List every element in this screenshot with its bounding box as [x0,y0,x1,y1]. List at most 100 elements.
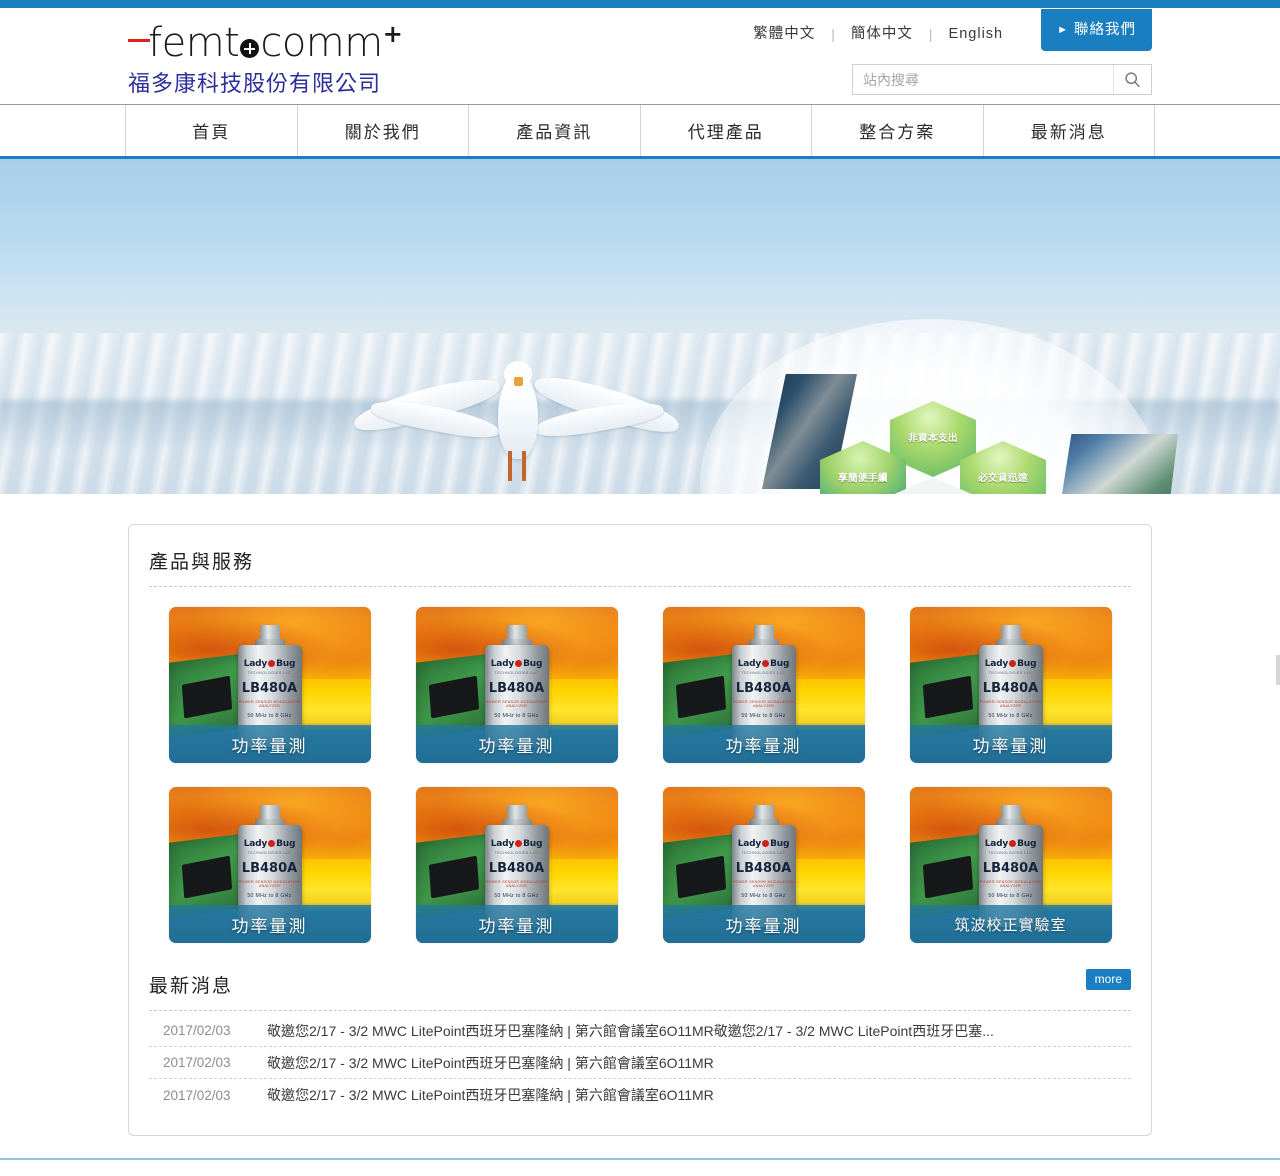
sensor-frequency: 50 MHz to 8 GHz [494,712,539,719]
sensor-frequency: 50 MHz to 8 GHz [494,892,539,899]
product-card-label: 功率量測 [168,905,371,943]
news-row[interactable]: 2017/02/03 敬邀您2/17 - 3/2 MWC LitePoint西班… [149,1047,1131,1079]
product-card[interactable]: Lady Bug TECHNOLOGIES LLC LB480A POWER SE… [415,787,618,943]
page-scrollbar[interactable] [1276,655,1280,685]
sensor-brand-1: Lady [984,838,1009,849]
news-title[interactable]: 敬邀您2/17 - 3/2 MWC LitePoint西班牙巴塞隆納 | 第六館… [267,1053,1131,1073]
product-card-label: 功率量測 [415,725,618,763]
top-accent-bar [0,0,1280,8]
sensor-red-line: POWER SENSOR MODULATION ANALYZER [485,879,548,888]
sensor-brand-sub: TECHNOLOGIES LLC [494,670,539,675]
product-card[interactable]: Lady Bug TECHNOLOGIES LLC LB480A POWER SE… [415,607,618,763]
lang-link-simplified[interactable]: 簡体中文 [835,17,929,51]
site-search [852,64,1152,95]
news-title[interactable]: 敬邀您2/17 - 3/2 MWC LitePoint西班牙巴塞隆納 | 第六館… [267,1085,1131,1105]
product-card[interactable]: Lady Bug TECHNOLOGIES LLC LB480A POWER SE… [168,607,371,763]
site-footer: © 2017 Greatest Idea Strategy Co.,Ltd Al… [0,1158,1280,1176]
ladybug-dot-icon [268,659,276,667]
logo-company-name: 福多康科技股份有限公司 [128,71,382,96]
sensor-brand: Lady Bug [732,659,796,669]
sensor-brand: Lady Bug [979,659,1043,669]
main-navigation: 首頁 關於我們 產品資訊 代理產品 整合方案 最新消息 [0,104,1280,156]
ladybug-dot-icon [515,659,523,667]
product-card[interactable]: Lady Bug TECHNOLOGIES LLC LB480A POWER SE… [662,607,865,763]
sensor-model: LB480A [241,860,298,876]
sensor-brand: Lady Bug [238,659,302,669]
sensor-brand-1: Lady [490,658,515,669]
product-card-label: 功率量測 [662,725,865,763]
sensor-brand: Lady Bug [485,659,549,669]
sensor-frequency: 50 MHz to 8 GHz [247,892,292,899]
nav-item-agency-products[interactable]: 代理產品 [641,105,812,156]
nav-item-home[interactable]: 首頁 [125,105,298,156]
sensor-brand-1: Lady [984,658,1009,669]
sensor-brand-2: Bug [523,658,543,669]
sensor-red-line: POWER SENSOR MODULATION ANALYZER [238,879,301,888]
triangle-right-icon: ► [1057,23,1069,36]
nav-label-home: 首頁 [192,123,231,142]
product-card[interactable]: Lady Bug TECHNOLOGIES LLC LB480A POWER SE… [909,607,1112,763]
language-switcher: 繁體中文 | 簡体中文 | English ► 聯絡我們 [737,8,1152,51]
news-section-title: 最新消息 [149,976,234,997]
hero-banner[interactable]: 非資本支出 享簡便手續 必交貨迅速 筑波 儀器租賃 已校驗完成 齡測試整合 可彈… [0,156,1280,494]
seagull-beak [514,377,523,386]
ladybug-dot-icon [1009,659,1017,667]
nav-item-products[interactable]: 產品資訊 [469,105,641,156]
sensor-brand-2: Bug [276,838,296,849]
product-card-label: 功率量測 [168,725,371,763]
news-date: 2017/02/03 [163,1023,231,1038]
products-divider [149,586,1131,587]
sensor-brand-2: Bug [770,658,790,669]
sensor-model: LB480A [241,680,298,696]
nav-label-solutions: 整合方案 [859,123,936,142]
sensor-brand-2: Bug [1017,838,1037,849]
nav-label-news: 最新消息 [1030,123,1107,142]
sensor-red-line: POWER SENSOR MODULATION ANALYZER [238,699,301,708]
sensor-frequency: 50 MHz to 8 GHz [741,892,786,899]
product-card[interactable]: Lady Bug TECHNOLOGIES LLC LB480A POWER SE… [909,787,1112,943]
news-row[interactable]: 2017/02/03 敬邀您2/17 - 3/2 MWC LitePoint西班… [149,1079,1131,1111]
sensor-brand-sub: TECHNOLOGIES LLC [988,850,1033,855]
nav-label-about: 關於我們 [344,123,421,142]
sensor-brand-2: Bug [523,838,543,849]
sensor-brand-sub: TECHNOLOGIES LLC [741,850,786,855]
sensor-brand-sub: TECHNOLOGIES LLC [741,670,786,675]
hexagon-diagram: 非資本支出 享簡便手續 必交貨迅速 筑波 儀器租賃 已校驗完成 齡測試整合 可彈… [812,401,1052,494]
lang-link-traditional[interactable]: 繁體中文 [737,17,831,51]
sensor-brand-2: Bug [276,658,296,669]
news-divider [149,1010,1131,1011]
seagull-leg-right [522,451,526,481]
news-row[interactable]: 2017/02/03 敬邀您2/17 - 3/2 MWC LitePoint西班… [149,1015,1131,1047]
hexagon-upper-right-label: 必交貨迅速 [977,472,1028,484]
product-card-label: 功率量測 [909,725,1112,763]
sensor-red-line: POWER SENSOR MODULATION ANALYZER [485,699,548,708]
contact-us-button[interactable]: ► 聯絡我們 [1041,8,1152,51]
sensor-brand-1: Lady [490,838,515,849]
news-title[interactable]: 敬邀您2/17 - 3/2 MWC LitePoint西班牙巴塞隆納 | 第六館… [267,1021,1131,1041]
ladybug-dot-icon [515,839,523,847]
news-more-button[interactable]: more [1085,969,1131,990]
product-card[interactable]: Lady Bug TECHNOLOGIES LLC LB480A POWER SE… [168,787,371,943]
sensor-brand: Lady Bug [238,839,302,849]
search-button[interactable] [1113,65,1151,94]
sensor-brand: Lady Bug [732,839,796,849]
nav-item-solutions[interactable]: 整合方案 [812,105,984,156]
logo-text-comm: comm [260,20,383,66]
site-header: femt comm+ 福多康科技股份有限公司 繁體中文 | 簡体中文 | Engl… [0,8,1280,104]
sensor-red-line: POWER SENSOR MODULATION ANALYZER [732,699,795,708]
site-logo[interactable]: femt comm+ 福多康科技股份有限公司 [128,20,468,98]
product-card[interactable]: Lady Bug TECHNOLOGIES LLC LB480A POWER SE… [662,787,865,943]
sensor-brand-sub: TECHNOLOGIES LLC [494,850,539,855]
sensor-model: LB480A [488,860,545,876]
nav-item-news[interactable]: 最新消息 [984,105,1155,156]
sensor-brand: Lady Bug [979,839,1043,849]
product-card-label: 功率量測 [662,905,865,943]
nav-item-about[interactable]: 關於我們 [298,105,469,156]
news-date: 2017/02/03 [163,1087,231,1103]
products-section-header: 產品與服務 [149,545,1131,586]
search-input[interactable] [853,65,1113,94]
sensor-model: LB480A [488,680,545,696]
logo-plus-icon [240,39,260,58]
contact-us-label: 聯絡我們 [1074,21,1136,38]
lang-link-english[interactable]: English [933,17,1020,51]
